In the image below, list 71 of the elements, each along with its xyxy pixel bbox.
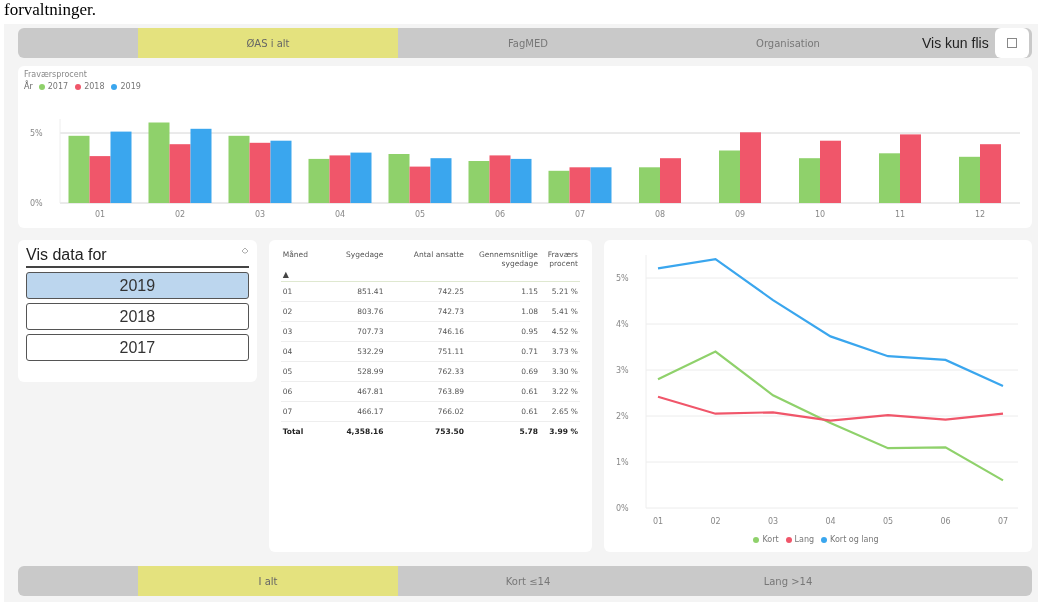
tile-checkbox[interactable] bbox=[1006, 38, 1017, 48]
bar bbox=[468, 161, 490, 203]
chart-title: Fraværsprocent bbox=[24, 70, 88, 79]
axis-tick: 04 bbox=[825, 517, 836, 526]
slicer-item[interactable]: 2019 bbox=[26, 272, 249, 299]
sort-indicator[interactable]: ▲ bbox=[282, 270, 289, 279]
axis-tick: 10 bbox=[814, 210, 826, 219]
bar bbox=[719, 150, 740, 203]
bar bbox=[900, 134, 921, 203]
legend-label: 2017 bbox=[47, 82, 69, 91]
nav-tab[interactable]: ØAS i alt bbox=[138, 28, 398, 58]
bar bbox=[660, 158, 681, 203]
slicer-item[interactable]: 2017 bbox=[26, 334, 249, 361]
axis-tick: 08 bbox=[654, 210, 666, 219]
legend-label: 2019 bbox=[120, 82, 141, 91]
bar bbox=[350, 152, 372, 203]
axis-tick: 4% bbox=[616, 320, 629, 329]
axis-tick: 01 bbox=[652, 517, 664, 526]
axis-tick: 5% bbox=[30, 129, 43, 138]
bar bbox=[799, 158, 820, 203]
slicer-item[interactable]: 2018 bbox=[26, 303, 249, 330]
axis-tick: 07 bbox=[997, 517, 1009, 526]
axis-tick: 01 bbox=[94, 210, 106, 219]
heading-text: forvaltninger. bbox=[3, 0, 98, 20]
axis-tick: 03 bbox=[767, 517, 779, 526]
legend-label: 2018 bbox=[84, 82, 105, 91]
slicer-title: Vis data for bbox=[26, 246, 107, 264]
bar bbox=[820, 140, 841, 203]
bar bbox=[228, 135, 250, 203]
bar bbox=[548, 170, 570, 203]
bar bbox=[980, 144, 1001, 203]
axis-tick: 5% bbox=[616, 274, 629, 283]
axis-tick: 12 bbox=[974, 210, 986, 219]
axis-tick: 02 bbox=[174, 210, 186, 219]
axis-tick: 06 bbox=[494, 210, 506, 219]
bar bbox=[639, 167, 660, 203]
legend-label: Lang bbox=[794, 535, 815, 544]
legend-title: År bbox=[24, 82, 33, 91]
bar bbox=[959, 156, 980, 203]
bar bbox=[489, 155, 511, 203]
axis-tick: 02 bbox=[710, 517, 721, 526]
bar bbox=[569, 167, 591, 203]
legend-label: Kort bbox=[762, 535, 779, 544]
bar bbox=[169, 144, 191, 203]
bar bbox=[388, 154, 410, 203]
bar bbox=[590, 167, 612, 203]
bar bbox=[879, 153, 900, 203]
bar bbox=[430, 158, 452, 203]
axis-tick: 3% bbox=[616, 366, 629, 375]
axis-tick: 11 bbox=[894, 210, 906, 219]
legend-label: Kort og lang bbox=[830, 535, 879, 544]
axis-tick: 09 bbox=[734, 210, 746, 219]
bar bbox=[510, 158, 532, 203]
axis-tick: 04 bbox=[334, 210, 346, 219]
axis-tick: 0% bbox=[30, 199, 43, 208]
axis-tick: 03 bbox=[254, 210, 266, 219]
nav-tab[interactable]: I alt bbox=[138, 566, 398, 596]
bar bbox=[329, 155, 351, 203]
axis-tick: 07 bbox=[574, 210, 586, 219]
bar bbox=[270, 140, 292, 203]
bar bbox=[740, 132, 761, 203]
toggle-label: Vis kun flis bbox=[922, 35, 989, 51]
axis-tick: 06 bbox=[940, 517, 951, 526]
axis-tick: 0% bbox=[616, 504, 629, 513]
bar bbox=[249, 142, 271, 203]
axis-tick: 05 bbox=[414, 210, 426, 219]
axis-tick: 05 bbox=[882, 517, 894, 526]
bar bbox=[409, 166, 431, 203]
axis-tick: 2% bbox=[616, 412, 629, 421]
axis-tick: 1% bbox=[616, 458, 629, 467]
bar bbox=[308, 158, 330, 203]
